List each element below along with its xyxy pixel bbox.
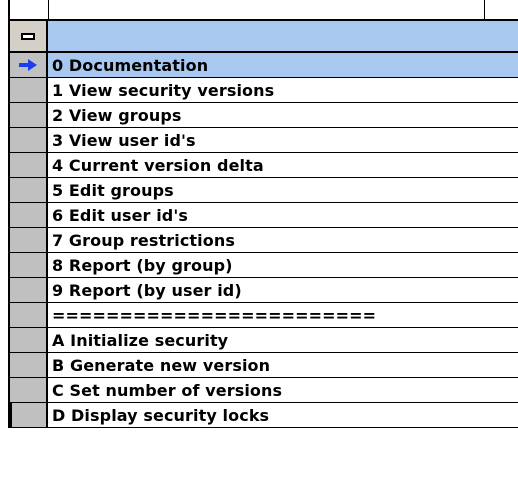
menu-item-label[interactable]: 1 View security versions <box>48 78 518 102</box>
separator-row[interactable]: ======================== <box>10 303 518 328</box>
menu-row[interactable]: 6 Edit user id's <box>10 203 518 228</box>
menu-row[interactable]: 1 View security versions <box>10 78 518 103</box>
grid-header-cell <box>48 21 518 51</box>
separator-label[interactable]: ======================== <box>48 303 518 327</box>
menu-item-label[interactable]: 8 Report (by group) <box>48 253 518 277</box>
grid-top-strip <box>8 0 518 19</box>
grid-header-row <box>10 21 518 53</box>
menu-item-label[interactable]: B Generate new version <box>48 353 518 377</box>
row-selector[interactable] <box>10 328 48 352</box>
right-arrow-icon <box>19 59 37 71</box>
menu-row[interactable]: 4 Current version delta <box>10 153 518 178</box>
menu-item-label[interactable]: A Initialize security <box>48 328 518 352</box>
menu-item-label[interactable]: 9 Report (by user id) <box>48 278 518 302</box>
menu-row[interactable]: 3 View user id's <box>10 128 518 153</box>
row-selector[interactable] <box>10 103 48 127</box>
collapse-button[interactable] <box>10 21 48 51</box>
column-divider <box>484 0 485 19</box>
row-selector[interactable] <box>10 353 48 377</box>
menu-row[interactable]: A Initialize security <box>10 328 518 353</box>
menu-row[interactable]: D Display security locks <box>10 403 518 428</box>
menu-item-label[interactable]: D Display security locks <box>48 403 518 427</box>
row-selector[interactable] <box>10 278 48 302</box>
menu-grid: 0 Documentation 1 View security versions… <box>8 19 518 428</box>
menu-row[interactable]: 5 Edit groups <box>10 178 518 203</box>
row-selector[interactable] <box>10 253 48 277</box>
menu-row[interactable]: 8 Report (by group) <box>10 253 518 278</box>
row-selector[interactable] <box>10 178 48 202</box>
menu-item-label[interactable]: C Set number of versions <box>48 378 518 402</box>
menu-item-label[interactable]: 7 Group restrictions <box>48 228 518 252</box>
column-divider <box>48 0 49 19</box>
row-selector[interactable] <box>10 128 48 152</box>
menu-item-label[interactable]: 4 Current version delta <box>48 153 518 177</box>
menu-row[interactable]: 2 View groups <box>10 103 518 128</box>
menu-item-label[interactable]: 5 Edit groups <box>48 178 518 202</box>
menu-row[interactable]: B Generate new version <box>10 353 518 378</box>
row-selector[interactable] <box>10 53 48 77</box>
menu-row[interactable]: 9 Report (by user id) <box>10 278 518 303</box>
menu-item-label[interactable]: 3 View user id's <box>48 128 518 152</box>
row-selector[interactable] <box>10 78 48 102</box>
menu-item-label[interactable]: 2 View groups <box>48 103 518 127</box>
row-selector[interactable] <box>10 303 48 327</box>
menu-row[interactable]: 0 Documentation <box>10 53 518 78</box>
menu-item-label[interactable]: 0 Documentation <box>48 53 518 77</box>
row-selector[interactable] <box>10 153 48 177</box>
menu-row[interactable]: 7 Group restrictions <box>10 228 518 253</box>
row-selector[interactable] <box>10 403 48 427</box>
minus-icon <box>21 32 35 40</box>
menu-item-label[interactable]: 6 Edit user id's <box>48 203 518 227</box>
menu-row[interactable]: C Set number of versions <box>10 378 518 403</box>
row-selector[interactable] <box>10 378 48 402</box>
row-selector[interactable] <box>10 228 48 252</box>
row-selector[interactable] <box>10 203 48 227</box>
